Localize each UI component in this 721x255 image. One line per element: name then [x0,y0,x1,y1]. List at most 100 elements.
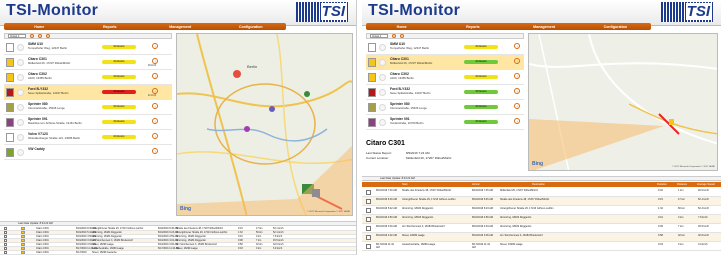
vehicle-item[interactable]: Sprinter 080 Clonmacstraße, 15236 Lunge 24… [4,100,172,115]
row-checkbox[interactable] [366,190,371,195]
menu-management[interactable]: Management [145,25,216,29]
direction-icon[interactable]: ↑ [514,103,520,109]
duration-cell: 0:02 [658,189,663,192]
row-checkbox[interactable] [4,239,7,242]
row-checkbox[interactable] [366,235,371,240]
table-row[interactable]: 8/17/2016 11:42 AM Gewerbestraße, 18299 L… [362,242,721,251]
vehicle-item[interactable]: Ford B-Y332 Neue Spittelstraße, 13437 Ber… [4,85,172,100]
map-view[interactable]: Berlin Bing © 2017 Microsoft Corporation… [176,33,353,216]
vehicle-item[interactable]: Citaro C301 Möllenfeld 26, 17207 Röbel/Mü… [366,55,524,70]
row-checkbox[interactable] [4,231,7,234]
last-update: Last Data Update: 8:24:22 AM [18,222,53,225]
column-header[interactable]: Start [402,182,407,187]
vehicle-item[interactable]: Ford B-Y332 Neue Spittelstraße, 13437 Ber… [366,85,524,100]
menu-home-right[interactable]: Home [366,25,437,29]
speed-cell: 32.6 km/h [698,234,709,237]
settings-icon[interactable] [46,34,50,38]
filter-icon[interactable] [38,34,42,38]
direction-icon[interactable]: ↑ [152,133,158,139]
menu-configuration-right[interactable]: Configuration [580,25,651,29]
vehicle-item[interactable]: Sprinter 080 Clonmacstraße, 15236 Lunge 24… [366,100,524,115]
status-pill: 24 Hours [464,105,498,109]
table-row[interactable]: 8/16/2016 2:02 AM Street, 18299 Laage 8/16… [362,233,721,242]
group-select-right[interactable]: Group 1 [370,34,388,38]
vehicle-item[interactable]: Citaro C302 A100, 13355 Berlin 24 Hours ↑ [4,70,172,85]
refresh-icon[interactable] [30,34,34,38]
row-checkbox[interactable] [366,226,371,231]
vehicle-address: Clonmacstraße, 15236 Lunge [28,106,65,110]
direction-icon[interactable]: ↑ [152,58,158,64]
vehicle-name-cell: Citaro C301 [36,247,49,250]
bing-logo-right: Bing [532,161,544,167]
direction-icon[interactable]: ↑ [152,148,158,154]
row-checkbox[interactable] [4,251,7,254]
direction-icon[interactable]: ↑ [514,118,520,124]
column-header[interactable]: Distance [677,182,687,187]
start-address-cell: Gewerbestraße, 18299 Laage [402,243,436,246]
vehicle-item[interactable]: Citaro C302 A100, 13355 Berlin 24 Hours ↑ [366,70,524,85]
distance-cell: 50 km [256,231,263,234]
row-checkbox[interactable] [4,235,7,238]
destination-cell: Ahornring, 18184 Roggentin [176,235,206,238]
vehicle-color-swatch [6,43,14,52]
start-time-cell: 8/16/2016 2:02 AM [376,234,397,237]
table-row[interactable]: 8/16/2016 6:30 AM Untergöhrener Straße 29… [362,197,721,206]
menu-home[interactable]: Home [4,25,75,29]
row-checkbox[interactable] [4,247,7,250]
direction-icon[interactable]: ↑ [152,103,158,109]
table-toolbar-right: Last Data Update: 8:24:22 AM [362,176,721,181]
menu-management-right[interactable]: Management [509,25,580,29]
direction-icon[interactable]: ↑ [152,73,158,79]
speed-gauge-icon [17,119,24,126]
speed-gauge-icon [379,119,386,126]
duration-cell: 0:08 [238,239,243,242]
group-select[interactable]: Group 1 [8,34,26,38]
row-checkbox[interactable] [366,199,371,204]
refresh-icon[interactable] [392,34,396,38]
direction-icon[interactable]: ↑ [514,73,520,79]
menu-reports[interactable]: Reports [75,25,146,29]
vehicle-item[interactable]: Sprinter 091 Mauritius-von-Schöne-Straße,… [4,115,172,130]
direction-icon[interactable]: ↑ [514,88,520,94]
column-header[interactable]: Destination [532,182,545,187]
vehicle-item[interactable]: SMM U10 Tempelhofer Weg, 12347 Berlin 24 H… [366,40,524,55]
menu-reports-right[interactable]: Reports [437,25,508,29]
vehicle-item[interactable]: SMM U10 Tempelhofer Weg, 12347 Berlin 24 H… [4,40,172,55]
direction-icon[interactable]: ↑ [152,118,158,124]
table-row[interactable]: 8/16/2016 7:30 AM Straße des Friedens 48,… [362,188,721,197]
vehicle-address: Tempelhofer Weg, 12347 Berlin [390,46,430,50]
row-checkbox[interactable] [366,244,371,249]
start-address-cell: Street, 18299 Laage [402,234,425,237]
column-header[interactable]: Duration [657,182,667,187]
app-title-right: TSI-Monitor [368,2,461,19]
row-color-swatch [21,235,25,238]
row-checkbox[interactable] [366,217,371,222]
table-row[interactable]: Citaro C301 8/17/2016 Street, 18299 Gewerb… [0,251,356,255]
vehicle-item[interactable]: VW Caddy ↑ [4,145,172,160]
table-row[interactable]: 8/16/2016 4:50 AM Ahornring, 18184 Roggen… [362,215,721,224]
vehicle-item[interactable]: Sprinter 091 Vorderstraße, 10709 Berlin 24… [366,115,524,130]
direction-icon[interactable]: ↑ [152,43,158,49]
filter-icon[interactable] [400,34,404,38]
column-header[interactable]: Arrival [472,182,479,187]
table-row[interactable]: 8/16/2016 3:30 AM Am Storchennest 3, 1818… [362,224,721,233]
vehicle-item[interactable]: Volvo V7123 Oberaltenberger Straße 121, 1… [4,130,172,145]
row-checkbox[interactable] [4,243,7,246]
app-title: TSI-Monitor [6,2,99,19]
vehicle-color-swatch [368,73,376,82]
vehicle-item[interactable]: Citaro C301 Möllenfeld 26, 17207 Röbel/Mü… [4,55,172,70]
column-header[interactable]: Average Speed [697,182,715,187]
row-checkbox[interactable] [4,227,7,230]
direction-icon[interactable]: ↑ [514,43,520,49]
speed-gauge-icon [17,134,24,141]
start-time-cell: 8/17/2016 11:42 AM [376,243,394,249]
distance-cell: 17 km [678,198,685,201]
start-time-cell: 8/16/2016 6:30 AM [376,198,397,201]
map-view-right[interactable]: Bing © 2017 Microsoft Corporation © 2017… [528,33,718,171]
table-row[interactable]: 8/16/2016 5:42 AM Ahornring, 18184 Roggen… [362,206,721,215]
menu-configuration[interactable]: Configuration [216,25,287,29]
direction-icon[interactable]: ↑ [514,58,520,64]
vehicle-name-cell: Citaro C301 [36,227,49,230]
direction-icon[interactable]: ↑ [152,88,158,94]
row-checkbox[interactable] [366,208,371,213]
